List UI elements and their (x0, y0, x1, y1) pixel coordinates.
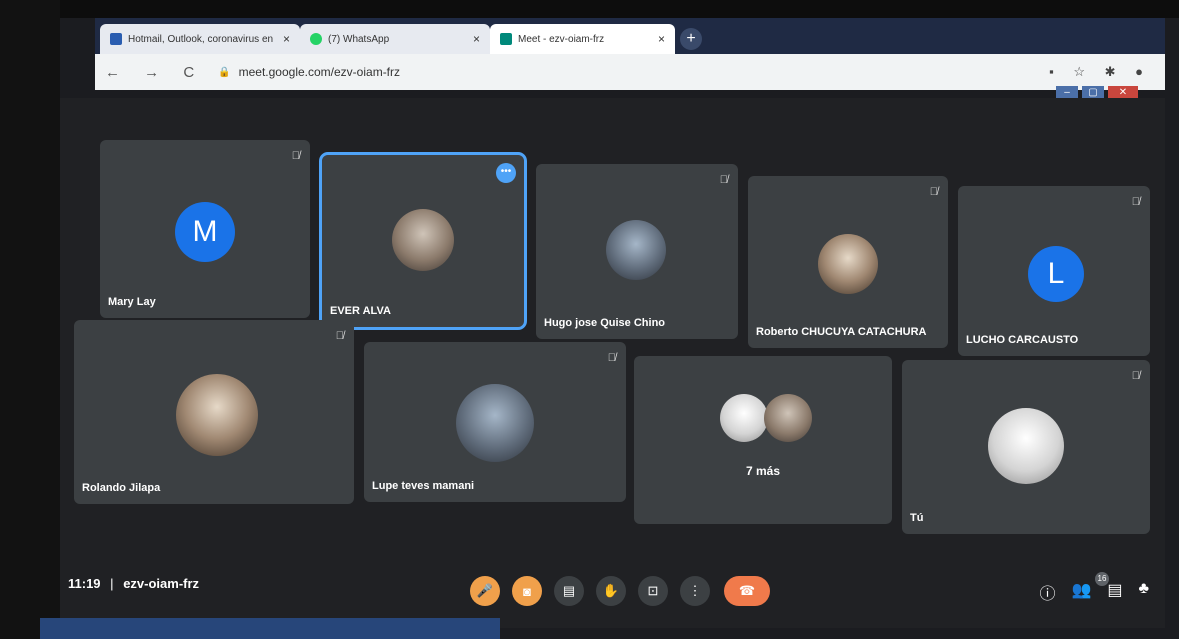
participant-name: LUCHO CARCAUSTO (966, 334, 1079, 346)
meet-icon (500, 33, 512, 45)
avatar: L (1028, 246, 1084, 302)
camera-icon: ◙ (523, 583, 531, 599)
mic-off-icon: 🎙̸ (335, 330, 344, 342)
participant-tile[interactable]: ••• EVER ALVA (319, 152, 527, 330)
tab-close-icon[interactable]: × (658, 32, 665, 46)
participant-tile[interactable]: 🎙̸ Rolando Jilapa (74, 320, 354, 504)
hand-icon: ✋ (602, 583, 620, 598)
mic-icon: 🎤 (476, 583, 494, 598)
participant-tile[interactable]: 🎙̸ Hugo jose Quise Chino (536, 164, 738, 339)
avatar (606, 220, 666, 280)
participant-tile[interactable]: 🎙̸ L LUCHO CARCAUSTO (958, 186, 1150, 356)
avatar (456, 384, 534, 462)
meeting-code: ezv-oiam-frz (123, 576, 200, 591)
info-icon[interactable]: ⓘ (1039, 580, 1055, 604)
tab-label: (7) WhatsApp (328, 33, 390, 45)
avatar (818, 234, 878, 294)
tab-label: Meet - ezv-oiam-frz (518, 33, 605, 45)
lock-icon: 🔒 (218, 66, 231, 78)
tab-label: Hotmail, Outlook, coronavirus en (128, 33, 274, 45)
side-panel-buttons: ⓘ 👥 ▤ ♣ (1039, 580, 1149, 604)
meeting-info: 11:19 | ezv-oiam-frz (68, 576, 199, 591)
captions-icon: ▤ (562, 583, 576, 598)
participant-tile[interactable]: 🎙̸ Roberto CHUCUYA CATACHURA (748, 176, 948, 348)
bezel-left (0, 0, 60, 639)
windows-taskbar (40, 618, 500, 639)
self-tile[interactable]: 🎙̸ Tú (902, 360, 1150, 534)
avatar (176, 374, 258, 456)
participant-name: Lupe teves mamani (372, 480, 475, 492)
more-icon: ⋮ (688, 583, 702, 598)
chat-icon[interactable]: ▤ (1107, 580, 1122, 604)
tab-hotmail[interactable]: Hotmail, Outlook, coronavirus en × (100, 24, 300, 54)
mic-off-icon: 🎙̸ (1131, 370, 1140, 382)
url-field[interactable]: meet.google.com/ezv-oiam-frz (239, 65, 400, 79)
mic-off-icon: 🎙̸ (291, 150, 300, 162)
meet-stage: 🎙̸ M Mary Lay ••• EVER ALVA 🎙̸ Hugo jose… (60, 98, 1165, 628)
participant-name: Rolando Jilapa (82, 482, 161, 494)
nav-buttons[interactable]: ← → C (105, 64, 204, 81)
hang-up-button[interactable]: ☎ (724, 576, 770, 606)
participant-name: Tú (910, 512, 924, 524)
meeting-time: 11:19 (68, 576, 101, 591)
captions-button[interactable]: ▤ (554, 576, 584, 606)
tab-close-icon[interactable]: × (283, 32, 290, 46)
present-icon: ⊡ (647, 583, 659, 598)
tab-whatsapp[interactable]: (7) WhatsApp × (300, 24, 490, 54)
participant-name: Mary Lay (108, 296, 156, 308)
avatar (392, 209, 454, 271)
mic-off-icon: 🎙̸ (1131, 196, 1140, 208)
mic-off-icon: 🎙̸ (719, 174, 728, 186)
tab-close-icon[interactable]: × (473, 32, 480, 46)
separator: | (110, 576, 114, 591)
hotmail-icon (110, 33, 122, 45)
participant-count-badge: 16 (1095, 572, 1109, 586)
new-tab-button[interactable]: + (680, 28, 702, 50)
people-icon[interactable]: 👥 (1071, 580, 1091, 604)
mic-off-icon: 🎙̸ (929, 186, 938, 198)
more-options-icon[interactable]: ••• (496, 163, 516, 183)
mic-off-icon: 🎙̸ (607, 352, 616, 364)
avatar (988, 408, 1064, 484)
participant-name: Hugo jose Quise Chino (544, 317, 666, 329)
bezel-top (0, 0, 1179, 18)
toolbar-icons[interactable]: ▪ ☆ ✱ ● (1049, 64, 1151, 80)
whatsapp-icon (310, 33, 322, 45)
participant-name: Roberto CHUCUYA CATACHURA (756, 326, 927, 338)
present-button[interactable]: ⊡ (638, 576, 668, 606)
more-options-button[interactable]: ⋮ (680, 576, 710, 606)
activities-icon[interactable]: ♣ (1139, 580, 1150, 604)
participant-tile-more[interactable]: 7 más (634, 356, 892, 524)
raise-hand-button[interactable]: ✋ (596, 576, 626, 606)
participant-tile[interactable]: 🎙̸ M Mary Lay (100, 140, 310, 318)
tab-meet[interactable]: Meet - ezv-oiam-frz × (490, 24, 675, 54)
mic-toggle-button[interactable]: 🎤 (470, 576, 500, 606)
address-bar[interactable]: ← → C 🔒 meet.google.com/ezv-oiam-frz ▪ ☆… (95, 54, 1165, 90)
more-participants-label: 7 más (745, 464, 781, 478)
avatar: M (175, 202, 235, 262)
hangup-icon: ☎ (738, 583, 756, 598)
participant-tile[interactable]: 🎙̸ Lupe teves mamani (364, 342, 626, 502)
avatar (720, 394, 768, 442)
avatar (764, 394, 812, 442)
participant-name: EVER ALVA (330, 305, 391, 317)
camera-toggle-button[interactable]: ◙ (512, 576, 542, 606)
